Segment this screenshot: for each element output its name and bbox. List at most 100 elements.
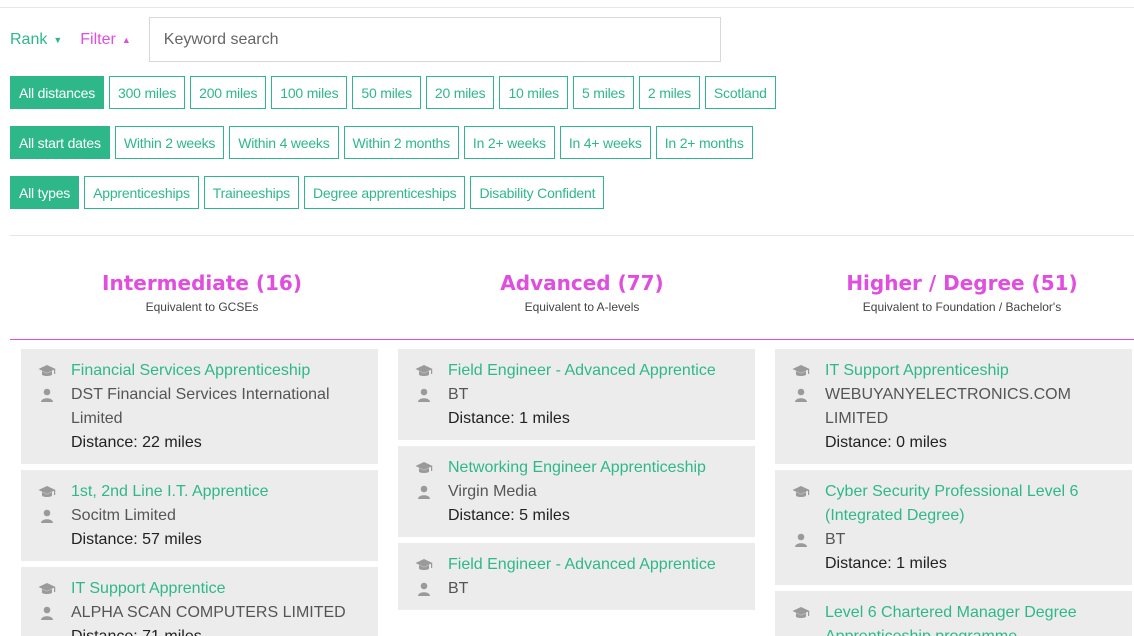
vacancy-title-line: Financial Services Apprenticeship — [37, 359, 364, 383]
user-icon — [414, 383, 434, 407]
caret-down-icon: ▼ — [53, 34, 63, 45]
vacancy-distance: Distance: 5 miles — [448, 507, 570, 524]
employer-name: DST Financial Services International Lim… — [71, 386, 330, 427]
employer-name: BT — [448, 386, 469, 403]
graduation-cap-icon — [414, 359, 434, 383]
distance-filter-20-miles[interactable]: 20 miles — [425, 76, 495, 109]
start-date-filter-within-4-weeks[interactable]: Within 4 weeks — [229, 126, 339, 159]
graduation-cap-icon — [37, 577, 57, 601]
start-date-filter-within-2-months[interactable]: Within 2 months — [343, 126, 459, 159]
vacancy-title-link[interactable]: IT Support Apprentice — [71, 577, 225, 601]
user-icon — [414, 577, 434, 601]
vacancy-title-link[interactable]: Networking Engineer Apprenticeship — [448, 456, 706, 480]
filter-toggle[interactable]: Filter ▲ — [80, 31, 130, 49]
distance-filter-10-miles[interactable]: 10 miles — [499, 76, 568, 109]
distance-filter-all-distances[interactable]: All distances — [10, 76, 104, 109]
type-filter-all-types[interactable]: All types — [10, 176, 80, 209]
distance-filter-5-miles[interactable]: 5 miles — [572, 76, 634, 109]
user-icon — [37, 383, 57, 407]
type-filter-traineeships[interactable]: Traineeships — [203, 176, 299, 209]
vacancy-card[interactable]: Networking Engineer Apprenticeship Virgin… — [398, 446, 755, 537]
vacancy-card[interactable]: Level 6 Chartered Manager Degree Apprent… — [775, 591, 1132, 636]
employer-name: BT — [448, 580, 469, 597]
vacancy-card[interactable]: 1st, 2nd Line I.T. Apprentice Socitm Limi… — [21, 470, 378, 561]
user-icon — [791, 383, 811, 407]
start-date-filter-in-2-weeks[interactable]: In 2+ weeks — [463, 126, 555, 159]
level-title[interactable]: Higher / Degree (51) — [775, 268, 1134, 298]
employer-name: Virgin Media — [448, 483, 537, 500]
vacancy-card[interactable]: Field Engineer - Advanced Apprentice BT Di… — [398, 349, 755, 440]
graduation-cap-icon — [414, 553, 434, 577]
vacancy-distance: Distance: 22 miles — [71, 434, 202, 451]
distance-filter-2-miles[interactable]: 2 miles — [638, 76, 700, 109]
level-title[interactable]: Intermediate (16) — [15, 268, 389, 298]
employer-line: BT — [414, 577, 741, 601]
vacancy-title-line: IT Support Apprentice — [37, 577, 364, 601]
graduation-cap-icon — [37, 480, 57, 504]
type-filter-degree-apprenticeships[interactable]: Degree apprenticeships — [303, 176, 466, 209]
user-icon — [37, 504, 57, 528]
top-divider — [0, 7, 1134, 8]
type-filter-apprenticeships[interactable]: Apprenticeships — [84, 176, 199, 209]
vacancy-distance: Distance: 71 miles — [37, 625, 364, 636]
employer-line: WEBUYANYELECTRONICS.COM LIMITED — [791, 383, 1118, 431]
start-date-filter-in-2-months[interactable]: In 2+ months — [655, 126, 753, 159]
distance-filter-300-miles[interactable]: 300 miles — [109, 76, 186, 109]
level-subtitle: Equivalent to Foundation / Bachelor's — [862, 300, 1062, 314]
vacancy-card[interactable]: IT Support Apprentice ALPHA SCAN COMPUTER… — [21, 567, 378, 636]
vacancy-distance: Distance: 1 miles — [825, 555, 947, 572]
filter-label: Filter — [80, 30, 116, 48]
vacancy-title-link[interactable]: Level 6 Chartered Manager Degree Apprent… — [825, 601, 1118, 636]
start-date-filter-group: All start dates Within 2 weeks Within 4 we… — [10, 126, 753, 159]
vacancy-title-line: IT Support Apprenticeship — [791, 359, 1118, 383]
search-controls: Rank ▼ Filter ▲ — [10, 17, 721, 62]
graduation-cap-icon — [37, 359, 57, 383]
level-title[interactable]: Advanced (77) — [395, 268, 769, 298]
level-subtitle: Equivalent to A-levels — [524, 300, 640, 314]
user-icon — [37, 601, 57, 625]
employer-name: WEBUYANYELECTRONICS.COM LIMITED — [825, 386, 1071, 427]
employer-line: Virgin Media — [414, 480, 741, 504]
vacancy-title-link[interactable]: Cyber Security Professional Level 6 (Int… — [825, 480, 1118, 528]
level-header-higher-degree: Higher / Degree (51) Equivalent to Found… — [775, 268, 1134, 314]
distance-filter-200-miles[interactable]: 200 miles — [190, 76, 267, 109]
distance-filter-100-miles[interactable]: 100 miles — [271, 76, 348, 109]
type-filter-group: All types Apprenticeships Traineeships Degr… — [10, 176, 605, 209]
vacancy-title-line: Level 6 Chartered Manager Degree Apprent… — [791, 601, 1118, 636]
graduation-cap-icon — [791, 480, 811, 504]
vacancy-title-link[interactable]: Field Engineer - Advanced Apprentice — [448, 359, 716, 383]
vacancy-distance: Distance: 0 miles — [825, 434, 947, 451]
start-date-filter-all-start-dates[interactable]: All start dates — [10, 126, 110, 159]
vacancy-title-link[interactable]: IT Support Apprenticeship — [825, 359, 1009, 383]
rank-label: Rank — [10, 30, 48, 48]
distance-filter-50-miles[interactable]: 50 miles — [352, 76, 421, 109]
vacancy-card[interactable]: Financial Services Apprenticeship DST Fin… — [21, 349, 378, 464]
vacancy-card[interactable]: IT Support Apprenticeship WEBUYANYELECTRO… — [775, 349, 1132, 464]
vacancy-title-line: Field Engineer - Advanced Apprentice — [414, 359, 741, 383]
distance-filter-scotland[interactable]: Scotland — [704, 76, 776, 109]
employer-name: ALPHA SCAN COMPUTERS LIMITED — [71, 604, 346, 621]
employer-line: BT — [791, 528, 1118, 552]
type-filter-disability-confident[interactable]: Disability Confident — [470, 176, 605, 209]
vacancy-title-link[interactable]: 1st, 2nd Line I.T. Apprentice — [71, 480, 268, 504]
vacancy-card[interactable]: Cyber Security Professional Level 6 (Int… — [775, 470, 1132, 585]
vacancy-title-link[interactable]: Financial Services Apprenticeship — [71, 359, 310, 383]
employer-line: BT — [414, 383, 741, 407]
vacancy-title-link[interactable]: Field Engineer - Advanced Apprentice — [448, 553, 716, 577]
higher-degree-vacancy-column: IT Support Apprenticeship WEBUYANYELECTRO… — [775, 349, 1132, 636]
rank-dropdown[interactable]: Rank ▼ — [10, 31, 62, 49]
caret-up-icon: ▲ — [121, 34, 131, 45]
keyword-search-input[interactable] — [148, 17, 721, 62]
graduation-cap-icon — [414, 456, 434, 480]
level-headers: Intermediate (16) Equivalent to GCSEs Ad… — [10, 268, 1134, 340]
vacancy-card[interactable]: Field Engineer - Advanced Apprentice BT — [398, 543, 755, 610]
start-date-filter-within-2-weeks[interactable]: Within 2 weeks — [114, 126, 225, 159]
filters-divider — [10, 235, 1134, 236]
level-header-advanced: Advanced (77) Equivalent to A-levels — [395, 268, 769, 314]
start-date-filter-in-4-weeks[interactable]: In 4+ weeks — [559, 126, 651, 159]
vacancy-title-line: Networking Engineer Apprenticeship — [414, 456, 741, 480]
employer-name: BT — [825, 531, 846, 548]
vacancy-distance: Distance: 1 miles — [448, 410, 570, 427]
employer-line: Socitm Limited — [37, 504, 364, 528]
graduation-cap-icon — [791, 359, 811, 383]
